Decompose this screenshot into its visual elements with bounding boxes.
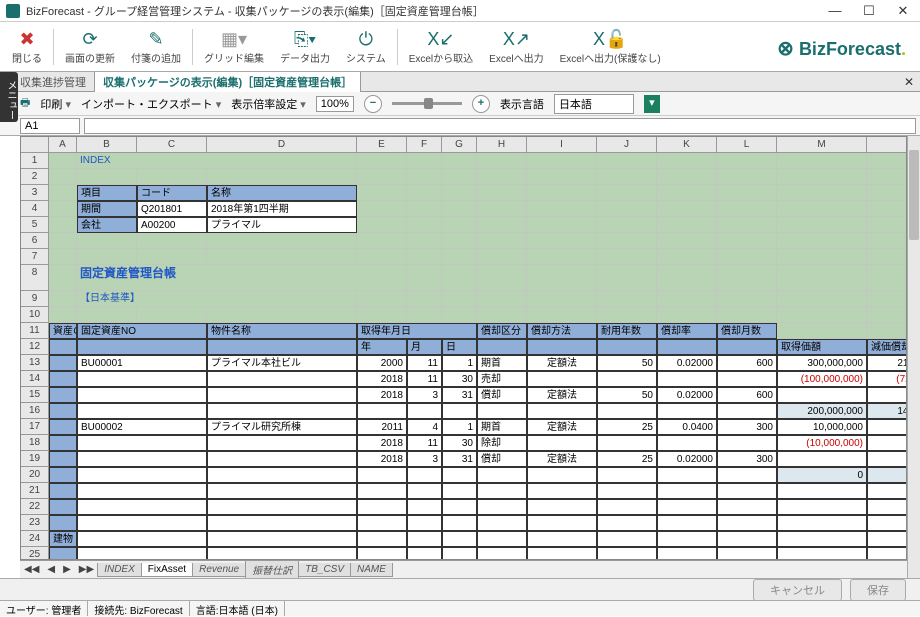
zoom-value[interactable]: 100% (316, 96, 354, 112)
zoom-setting-dropdown[interactable]: 表示倍率設定 (231, 96, 306, 112)
zoom-out-button[interactable]: − (364, 95, 382, 113)
status-language: 言語:日本語 (日本) (190, 601, 285, 616)
close-window-button[interactable]: ✕ (886, 0, 920, 22)
data-export-button[interactable]: ⎘▾データ出力 (272, 24, 338, 70)
tab-close-button[interactable]: ✕ (904, 75, 914, 89)
spreadsheet[interactable]: ABCDEFGHIJKLMN1INDEX23項目コード名称4期間Q2018012… (20, 136, 907, 560)
formula-input[interactable] (84, 118, 916, 134)
sheet-tab-tbcsv[interactable]: TB_CSV (298, 563, 351, 577)
lang-select[interactable]: 日本語 (554, 94, 634, 114)
power-icon: ⏻ (359, 28, 373, 50)
attach-button[interactable]: ✎付箋の追加 (123, 24, 189, 70)
tab-package-edit[interactable]: 収集パッケージの表示(編集)［固定資産管理台帳］ (94, 71, 361, 92)
formula-bar: A1 (0, 116, 920, 136)
status-user: ユーザー: 管理者 (0, 601, 88, 616)
sheet-tab-index[interactable]: INDEX (97, 563, 142, 577)
sheet-nav-last[interactable]: ▶▶ (75, 564, 98, 575)
sheet-nav-next[interactable]: ▶ (59, 564, 75, 575)
excel-import-icon: X↙ (427, 28, 454, 50)
printer-icon: 🖶 (20, 94, 30, 113)
lang-apply-button[interactable]: ▾ (644, 95, 660, 113)
document-tabbar: 収集進捗管理 収集パッケージの表示(編集)［固定資産管理台帳］ ✕ (0, 72, 920, 92)
zoom-slider[interactable] (392, 102, 462, 105)
excel-export-unprotected-button[interactable]: X🔓Excelへ出力(保護なし) (552, 24, 669, 70)
excel-export-button[interactable]: X↗Excelへ出力 (481, 24, 551, 70)
window-title: BizForecast - グループ経営管理システム - 収集パッケージの表示(… (26, 3, 818, 19)
grid-icon: ▦▾ (221, 28, 247, 50)
brand-logo: ⊗ BizForecast. (777, 36, 906, 61)
maximize-button[interactable]: ☐ (852, 0, 886, 22)
options-bar: 🖶 印刷 インポート・エクスポート 表示倍率設定 100% − + 表示言語 日… (0, 92, 920, 116)
excel-import-button[interactable]: X↙Excelから取込 (401, 24, 481, 70)
status-bar: ユーザー: 管理者 接続先: BizForecast 言語:日本語 (日本) (0, 600, 920, 616)
sheet-tabs: ◀◀ ◀ ▶ ▶▶ INDEX FixAsset Revenue 振替仕訳 TB… (20, 560, 907, 578)
scrollbar-thumb[interactable] (909, 150, 919, 240)
zoom-in-button[interactable]: + (472, 95, 490, 113)
export-icon: ⎘▾ (294, 28, 316, 50)
cancel-button[interactable]: キャンセル (753, 579, 842, 601)
tab-progress[interactable]: 収集進捗管理 (20, 74, 86, 90)
sheet-tab-transfer[interactable]: 振替仕訳 (245, 561, 299, 579)
app-icon (6, 4, 20, 18)
import-export-dropdown[interactable]: インポート・エクスポート (81, 96, 221, 112)
lang-label: 表示言語 (500, 96, 544, 112)
excel-export-icon: X↗ (503, 28, 530, 50)
refresh-icon: ⟳ (82, 28, 97, 50)
close-icon: ✖ (19, 28, 34, 50)
main-toolbar: ✖閉じる ⟳画面の更新 ✎付箋の追加 ▦▾グリッド編集 ⎘▾データ出力 ⏻システ… (0, 22, 920, 72)
sheet-tab-revenue[interactable]: Revenue (192, 563, 246, 577)
sheet-tab-name[interactable]: NAME (350, 563, 393, 577)
vertical-scrollbar[interactable] (907, 136, 920, 578)
titlebar: BizForecast - グループ経営管理システム - 収集パッケージの表示(… (0, 0, 920, 22)
window-buttons: — ☐ ✕ (818, 0, 920, 22)
excel-unlock-icon: X🔓 (593, 28, 627, 50)
minimize-button[interactable]: — (818, 0, 852, 22)
refresh-button[interactable]: ⟳画面の更新 (57, 24, 123, 70)
sheet-nav-prev[interactable]: ◀ (43, 564, 59, 575)
sheet-nav-first[interactable]: ◀◀ (20, 564, 43, 575)
grid-edit-button[interactable]: ▦▾グリッド編集 (196, 24, 272, 70)
note-icon: ✎ (148, 28, 163, 50)
menu-sidebar-tab[interactable]: メニュー (0, 72, 18, 122)
action-bar: キャンセル 保存 (0, 578, 920, 600)
close-button[interactable]: ✖閉じる (4, 24, 50, 70)
system-button[interactable]: ⏻システム (338, 24, 394, 70)
save-button[interactable]: 保存 (850, 579, 906, 601)
print-dropdown[interactable]: 印刷 (40, 96, 71, 112)
cell-reference[interactable]: A1 (20, 118, 80, 134)
status-connection: 接続先: BizForecast (88, 601, 189, 616)
sheet-tab-fixasset[interactable]: FixAsset (141, 563, 193, 577)
